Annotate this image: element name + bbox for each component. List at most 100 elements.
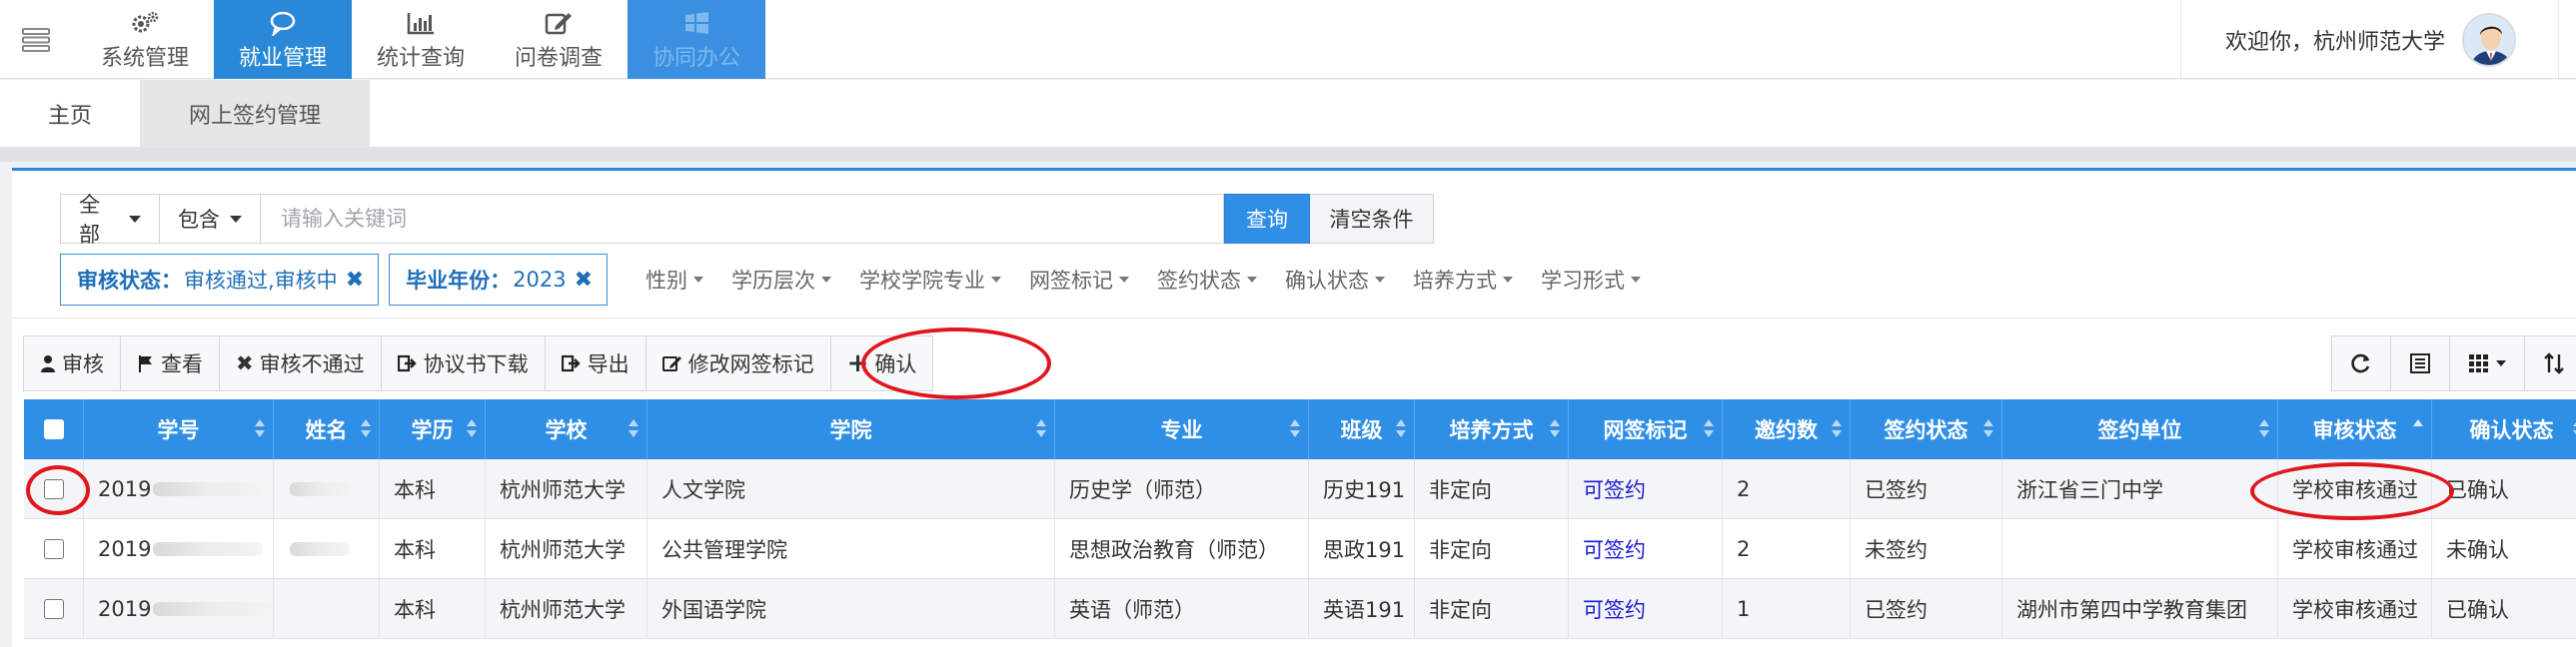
menu-toggle-button[interactable] xyxy=(0,0,72,79)
col-college[interactable]: 学院 xyxy=(647,399,1055,459)
query-button[interactable]: 查询 xyxy=(1224,194,1310,244)
sort-icon xyxy=(2544,352,2564,374)
reject-button[interactable]: ✖ 审核不通过 xyxy=(219,335,382,391)
user-icon xyxy=(40,354,56,372)
sort-icon xyxy=(629,419,639,439)
col-class[interactable]: 班级 xyxy=(1309,399,1415,459)
tab-home[interactable]: 主页 xyxy=(0,80,140,148)
row-checkbox[interactable] xyxy=(43,539,64,559)
edit-icon xyxy=(661,354,682,372)
col-review-status[interactable]: 审核状态 xyxy=(2278,399,2432,459)
table-row[interactable]: 2019 本科 杭州师范大学 公共管理学院 思想政治教育（师范） 思政191 非… xyxy=(24,519,2576,579)
top-bar-edge xyxy=(2558,0,2559,79)
caret-down-icon xyxy=(1631,277,1642,283)
filter-chip-review-status[interactable]: 审核状态： 审核通过,审核中 ✖ xyxy=(60,254,380,306)
button-label: 修改网签标记 xyxy=(687,352,814,376)
col-employer[interactable]: 签约单位 xyxy=(2002,399,2278,459)
cell-student-id: 2019 xyxy=(84,579,274,639)
view-button[interactable]: 查看 xyxy=(120,335,220,391)
keyword-input[interactable] xyxy=(261,194,1224,244)
nav-collaborative-office[interactable]: 协同办公 xyxy=(628,0,765,79)
top-bar: 系统管理 就业管理 统计查询 问卷调查 协同办公 欢迎你，杭州师范大学 xyxy=(0,0,2576,79)
col-major[interactable]: 专业 xyxy=(1055,399,1309,459)
remove-filter-icon[interactable]: ✖ xyxy=(575,268,593,293)
filter-dropdown-confirm-status[interactable]: 确认状态 xyxy=(1285,265,1386,295)
cell-sign-mark: 可签约 xyxy=(1569,459,1723,519)
caret-down-icon xyxy=(693,277,704,283)
nav-label: 系统管理 xyxy=(100,45,189,71)
cell-sign-mark: 可签约 xyxy=(1569,579,1723,639)
cell-school: 杭州师范大学 xyxy=(486,519,647,579)
cell-class: 思政191 xyxy=(1309,519,1415,579)
col-invites[interactable]: 邀约数 xyxy=(1723,399,1851,459)
nav-questionnaire[interactable]: 问卷调查 xyxy=(490,0,628,79)
filter-dropdown-school-college-major[interactable]: 学校学院专业 xyxy=(859,265,1002,295)
nav-statistics-query[interactable]: 统计查询 xyxy=(352,0,490,79)
filter-dropdown-training-mode[interactable]: 培养方式 xyxy=(1413,265,1514,295)
col-sign-status[interactable]: 签约状态 xyxy=(1851,399,2002,459)
filter-dropdown-sign-mark[interactable]: 网签标记 xyxy=(1029,265,1130,295)
scope-select[interactable]: 全部 xyxy=(60,193,160,247)
col-degree[interactable]: 学历 xyxy=(380,399,486,459)
table-row[interactable]: 2019 本科 杭州师范大学 人文学院 历史学（师范） 历史191 非定向 可签… xyxy=(24,459,2576,519)
column-label: 专业 xyxy=(1160,418,1203,442)
cell-major: 英语（师范） xyxy=(1055,579,1309,639)
student-id-text: 2019 xyxy=(98,477,152,501)
col-training[interactable]: 培养方式 xyxy=(1415,399,1569,459)
clear-conditions-button[interactable]: 清空条件 xyxy=(1310,194,1434,244)
redacted-text xyxy=(290,542,350,556)
cell-sign-mark: 可签约 xyxy=(1569,519,1723,579)
review-button[interactable]: 审核 xyxy=(23,335,121,391)
filter-dropdown-study-form[interactable]: 学习形式 xyxy=(1541,265,1642,295)
tab-online-signing[interactable]: 网上签约管理 xyxy=(140,80,370,148)
sign-mark-link[interactable]: 可签约 xyxy=(1583,534,1646,564)
sort-button[interactable] xyxy=(2524,335,2576,391)
confirm-button[interactable]: + 确认 xyxy=(829,335,934,391)
table-row[interactable]: 2019 本科 杭州师范大学 外国语学院 英语（师范） 英语191 非定向 可签… xyxy=(24,579,2576,639)
col-school[interactable]: 学校 xyxy=(486,399,647,459)
cell-invites: 2 xyxy=(1723,459,1851,519)
col-confirm-status[interactable]: 确认状态 xyxy=(2432,399,2576,459)
filter-chip-key: 审核状态： xyxy=(77,269,182,293)
refresh-button[interactable] xyxy=(2331,335,2391,391)
sign-mark-link[interactable]: 可签约 xyxy=(1583,594,1646,624)
remove-filter-icon[interactable]: ✖ xyxy=(346,268,364,293)
cell-invites: 1 xyxy=(1723,579,1851,639)
col-student-id[interactable]: 学号 xyxy=(84,399,274,459)
agreement-download-button[interactable]: 协议书下载 xyxy=(380,335,546,391)
row-checkbox[interactable] xyxy=(43,599,64,619)
cell-confirm-status: 已确认 xyxy=(2432,459,2576,519)
select-all-checkbox[interactable] xyxy=(43,419,64,439)
filter-chip-graduation-year[interactable]: 毕业年份： 2023 ✖ xyxy=(389,254,609,306)
filter-dropdown-sign-status[interactable]: 签约状态 xyxy=(1157,265,1258,295)
edit-sign-mark-button[interactable]: 修改网签标记 xyxy=(644,335,831,391)
filter-dropdown-label: 网签标记 xyxy=(1029,269,1114,293)
nav-system-management[interactable]: 系统管理 xyxy=(76,0,214,79)
filter-dropdown-gender[interactable]: 性别 xyxy=(645,265,704,295)
gear-icon xyxy=(130,8,160,38)
cell-school: 杭州师范大学 xyxy=(486,579,647,639)
select-all-cell xyxy=(24,399,84,459)
filter-dropdown-education-level[interactable]: 学历层次 xyxy=(731,265,832,295)
col-sign-mark[interactable]: 网签标记 xyxy=(1569,399,1723,459)
search-bar: 全部 包含 查询 清空条件 xyxy=(60,193,1434,247)
sort-icon xyxy=(1550,419,1560,439)
avatar-icon xyxy=(2464,15,2514,65)
col-name[interactable]: 姓名 xyxy=(274,399,380,459)
filter-dropdown-label: 学习形式 xyxy=(1541,269,1626,293)
user-avatar[interactable] xyxy=(2462,13,2516,67)
column-label: 班级 xyxy=(1340,418,1383,442)
cell-class: 英语191 xyxy=(1309,579,1415,639)
table-header: 学号 姓名 学历 学校 学院 专业 班级 培养方式 网签标记 邀约数 签约状态 … xyxy=(24,399,2576,459)
nav-employment-management[interactable]: 就业管理 xyxy=(214,0,352,79)
toggle-view-button[interactable] xyxy=(2390,335,2450,391)
button-label: 审核 xyxy=(62,352,104,376)
row-checkbox[interactable] xyxy=(43,479,64,499)
download-icon xyxy=(397,354,418,372)
export-button[interactable]: 导出 xyxy=(544,335,646,391)
columns-button[interactable] xyxy=(2449,335,2525,391)
match-select[interactable]: 包含 xyxy=(160,194,261,244)
filter-chip-value: 审核通过,审核中 xyxy=(184,269,338,293)
sign-mark-link[interactable]: 可签约 xyxy=(1583,474,1646,504)
sort-icon xyxy=(361,419,371,439)
